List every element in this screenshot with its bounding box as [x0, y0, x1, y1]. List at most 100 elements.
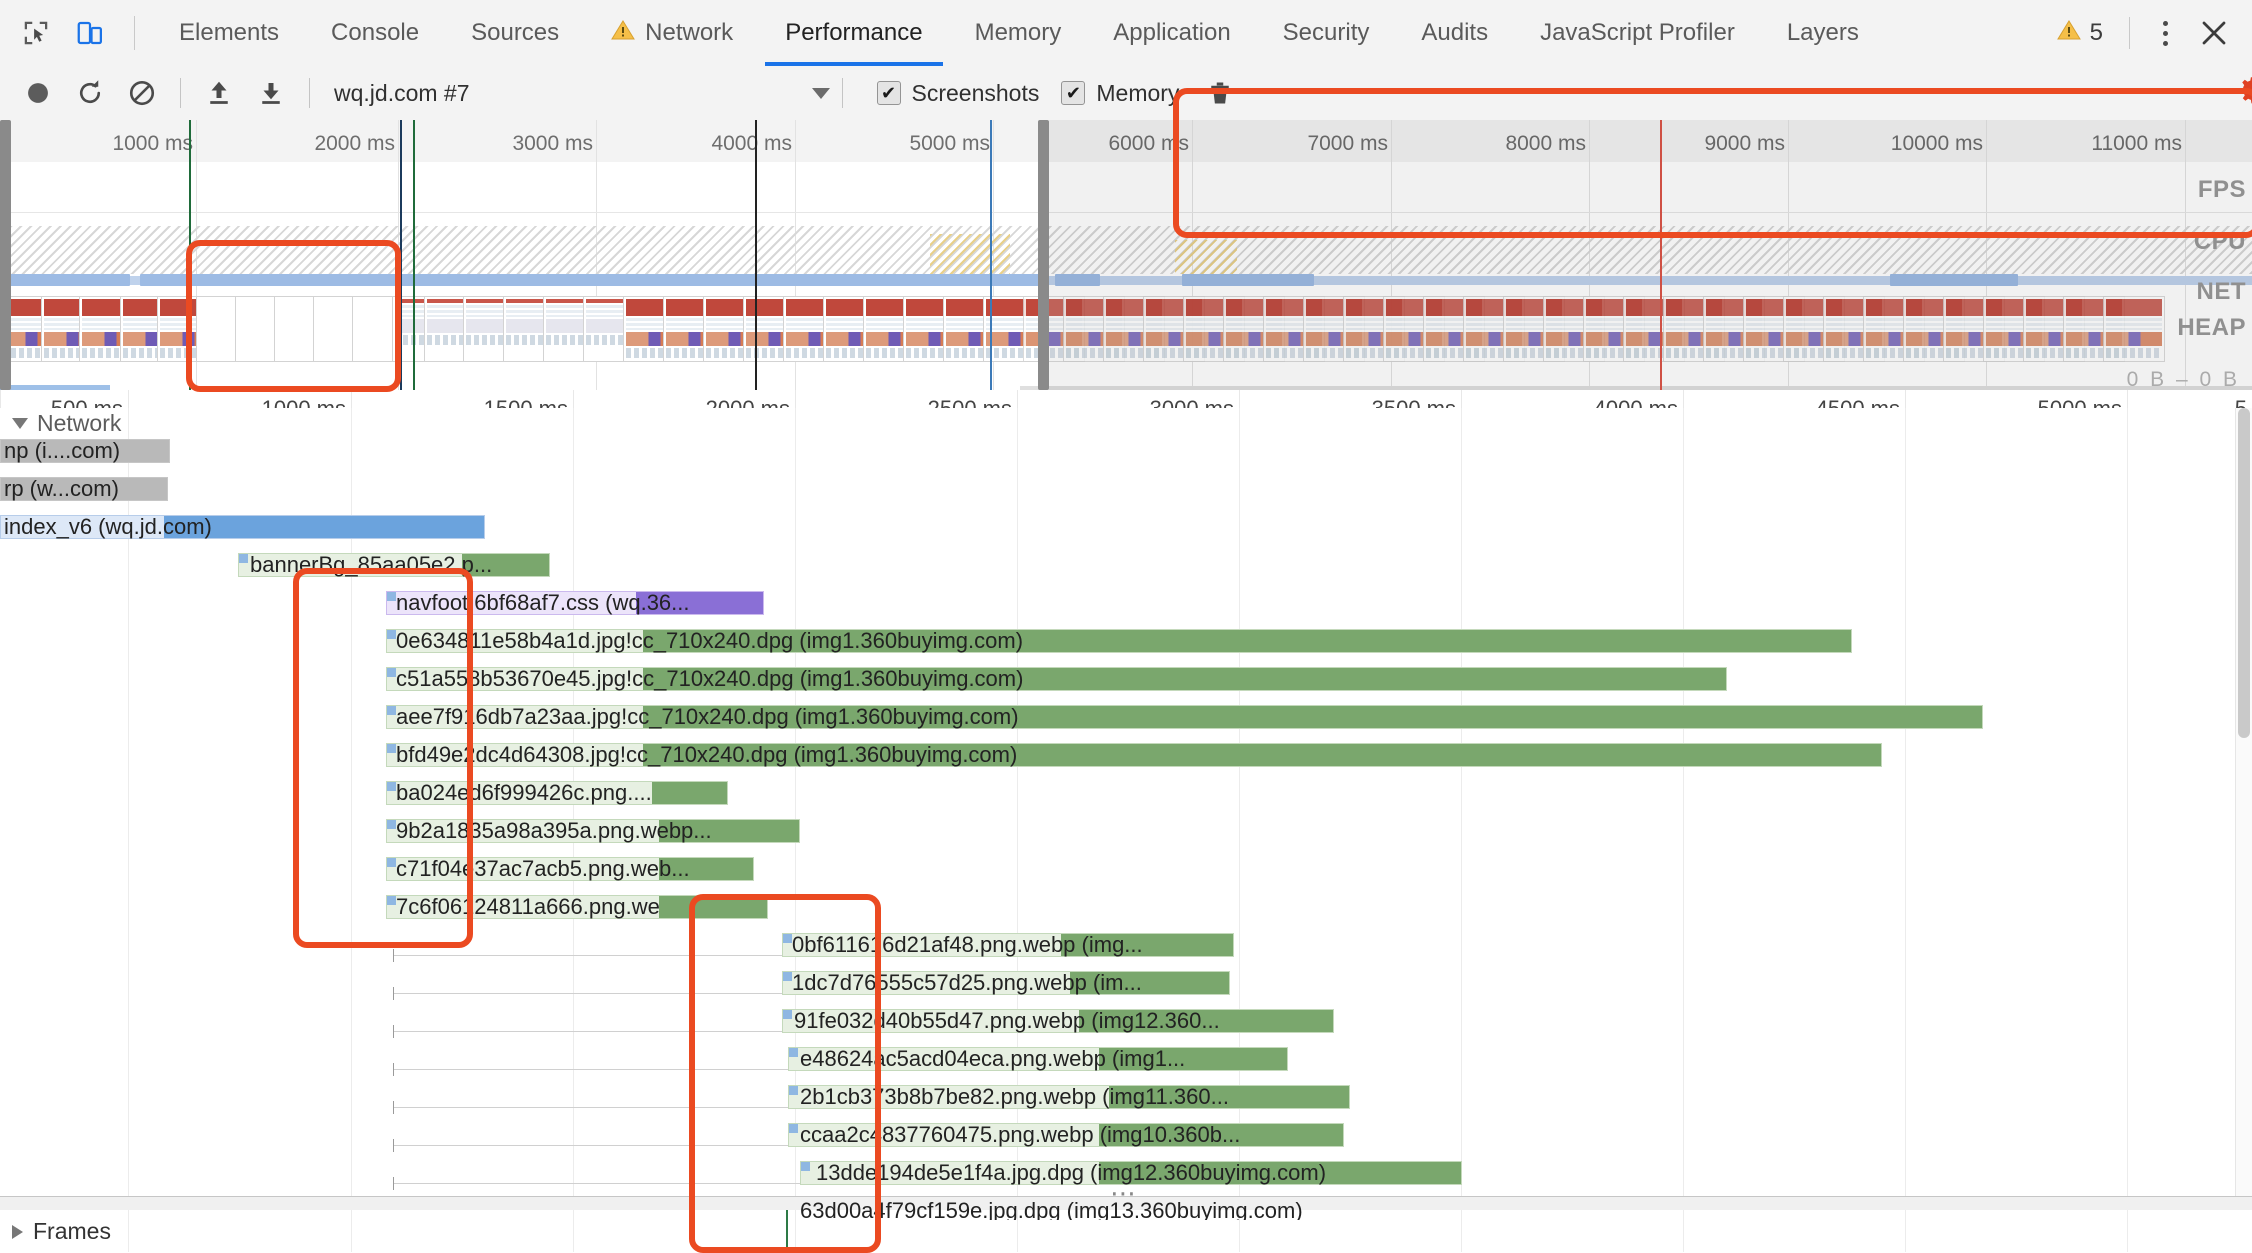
scrollbar-thumb[interactable] [2238, 408, 2250, 738]
request-label: 0bf611616d21af48.png.webp (img... [792, 933, 1143, 957]
request-label: e48624ac5acd04eca.png.webp (img1... [800, 1047, 1186, 1071]
tab-audits[interactable]: Audits [1395, 0, 1514, 66]
dcl-marker [189, 120, 191, 390]
network-row[interactable]: 9b2a1835a98a395a.png.webp... [0, 819, 2236, 843]
tab-javascript-profiler[interactable]: JavaScript Profiler [1514, 0, 1761, 66]
tab-label: Elements [179, 19, 280, 46]
device-toolbar-icon[interactable] [70, 13, 110, 53]
timeline-overview[interactable]: 1000 ms 2000 ms 3000 ms 4000 ms 5000 ms … [0, 120, 2252, 391]
gear-icon[interactable] [2236, 73, 2252, 113]
network-row[interactable]: 2b1cb373b8b7be82.png.webp (img11.360... [0, 1085, 2236, 1109]
tab-label: Sources [471, 19, 560, 46]
load-marker-1 [400, 120, 402, 390]
tab-memory[interactable]: Memory [949, 0, 1088, 66]
memory-checkbox[interactable]: ✔ Memory [1061, 80, 1179, 107]
tab-label: Application [1113, 19, 1231, 46]
fp-marker [755, 120, 757, 390]
flamechart-vertical-scrollbar[interactable] [2235, 408, 2252, 1220]
overview-window-left-handle[interactable] [0, 120, 11, 390]
network-row[interactable]: ba024ed6f999426c.png.... [0, 781, 2236, 805]
load-marker-2 [990, 120, 992, 390]
controls-divider-1 [180, 78, 181, 108]
network-row[interactable]: index_v6 (wq.jd.com) [0, 515, 2236, 539]
request-label: 0e634811e58b4a1d.jpg!cc_710x240.dpg (img… [396, 629, 1024, 653]
request-label: navfoot.6bf68af7.css (wq.36... [396, 591, 690, 615]
screenshots-label: Screenshots [911, 79, 1040, 106]
network-row[interactable]: 7c6f06124811a666.png.we [0, 895, 2236, 919]
tab-label: JavaScript Profiler [1540, 19, 1735, 46]
network-row[interactable]: c71f04e37ac7acb5.png.web... [0, 857, 2236, 881]
load-profile-icon[interactable] [193, 71, 245, 115]
tab-label: Performance [785, 19, 923, 46]
tab-label: Console [331, 19, 420, 46]
timeline-flamechart[interactable]: Network np (i....com) rp (w...com) index… [0, 408, 2236, 1220]
kebab-menu-icon[interactable] [2144, 12, 2186, 54]
close-icon[interactable] [2190, 9, 2238, 57]
tab-application[interactable]: Application [1087, 0, 1256, 66]
request-label: bannerBg_85aa05e2.p... [250, 553, 493, 577]
recording-session-selector[interactable]: wq.jd.com #7 [322, 71, 482, 115]
network-row[interactable]: rp (w...com) [0, 477, 2236, 501]
network-row[interactable]: 91fe032d40b55d47.png.webp (img12.360... [0, 1009, 2236, 1033]
checkbox-mark: ✔ [1061, 81, 1086, 105]
devtools-window: Elements Console Sources Network Perform… [0, 0, 2252, 1253]
request-label: np (i....com) [4, 439, 121, 463]
overview-tick-label: 1000 ms [112, 132, 193, 155]
tab-label: Layers [1786, 19, 1859, 46]
inspect-cursor-icon[interactable] [16, 13, 56, 53]
network-row[interactable]: aee7f916db7a23aa.jpg!cc_710x240.dpg (img… [0, 705, 2236, 729]
network-row[interactable]: ccaa2c4837760475.png.webp (img10.360b... [0, 1123, 2236, 1147]
warning-count-label: 5 [2089, 19, 2103, 46]
chevron-down-icon[interactable] [811, 87, 830, 99]
request-label: 7c6f06124811a666.png.we [396, 895, 660, 919]
save-profile-icon[interactable] [245, 71, 297, 115]
network-row[interactable]: np (i....com) [0, 439, 2236, 463]
chevron-down-icon [12, 418, 28, 429]
trash-icon[interactable] [1205, 78, 1235, 108]
group-header-network[interactable]: Network [0, 410, 121, 437]
panel-tabs: Elements Console Sources Network Perform… [153, 0, 2045, 66]
performance-controls-toolbar: wq.jd.com #7 ✔ Screenshots ✔ Memory [0, 66, 2252, 121]
group-header-frames[interactable]: Frames [0, 1210, 2252, 1252]
warning-triangle-icon [611, 19, 636, 48]
network-row[interactable]: bfd49e2dc4d64308.jpg!cc_710x240.dpg (img… [0, 743, 2236, 767]
request-label: aee7f916db7a23aa.jpg!cc_710x240.dpg (img… [396, 705, 1019, 729]
network-row[interactable]: 0bf611616d21af48.png.webp (img... [0, 933, 2236, 957]
network-row[interactable]: 1dc7d76555c57d25.png.webp (im... [0, 971, 2236, 995]
request-label: c51a558b53670e45.jpg!cc_710x240.dpg (img… [396, 667, 1024, 691]
overview-tick-label: 3000 ms [512, 132, 593, 155]
network-row[interactable]: e48624ac5acd04eca.png.webp (img1... [0, 1047, 2236, 1071]
tab-elements[interactable]: Elements [153, 0, 305, 66]
tab-console[interactable]: Console [305, 0, 445, 66]
tab-sources[interactable]: Sources [445, 0, 585, 66]
request-label: 91fe032d40b55d47.png.webp (img12.360... [794, 1009, 1220, 1033]
reload-record-icon[interactable] [64, 71, 116, 115]
tab-performance[interactable]: Performance [759, 0, 948, 66]
request-label: 2b1cb373b8b7be82.png.webp (img11.360... [800, 1085, 1229, 1109]
request-label: 13dde194de5e1f4a.jpg.dpg (img12.360buyim… [816, 1161, 1327, 1185]
tab-label: Audits [1421, 19, 1489, 46]
warning-count-badge[interactable]: 5 [2045, 19, 2115, 48]
request-label: bfd49e2dc4d64308.jpg!cc_710x240.dpg (img… [396, 743, 1018, 767]
network-row[interactable]: navfoot.6bf68af7.css (wq.36... [0, 591, 2236, 615]
overview-dim-right [1049, 120, 2252, 390]
warning-triangle-icon [2056, 19, 2081, 48]
request-label: 9b2a1835a98a395a.png.webp... [396, 819, 712, 843]
tab-layers[interactable]: Layers [1761, 0, 1885, 66]
tab-network[interactable]: Network [585, 0, 759, 66]
network-row[interactable]: bannerBg_85aa05e2.p... [0, 553, 2236, 577]
screenshots-checkbox[interactable]: ✔ Screenshots [876, 79, 1040, 107]
request-label: ba024ed6f999426c.png.... [396, 781, 652, 805]
clear-recording-icon[interactable] [116, 71, 168, 115]
tab-label: Network [645, 19, 734, 46]
network-row[interactable]: 0e634811e58b4a1d.jpg!cc_710x240.dpg (img… [0, 629, 2236, 653]
overview-window-right-handle[interactable] [1038, 120, 1049, 390]
group-label: Network [37, 410, 122, 436]
network-row[interactable]: c51a558b53670e45.jpg!cc_710x240.dpg (img… [0, 667, 2236, 691]
tabbar-divider [134, 16, 135, 50]
request-label: 1dc7d76555c57d25.png.webp (im... [792, 971, 1142, 995]
tabbar-right-divider [2129, 17, 2130, 49]
tab-security[interactable]: Security [1257, 0, 1396, 66]
tabbar-right-icons: 5 [2045, 0, 2252, 66]
record-circle-icon[interactable] [12, 71, 64, 115]
